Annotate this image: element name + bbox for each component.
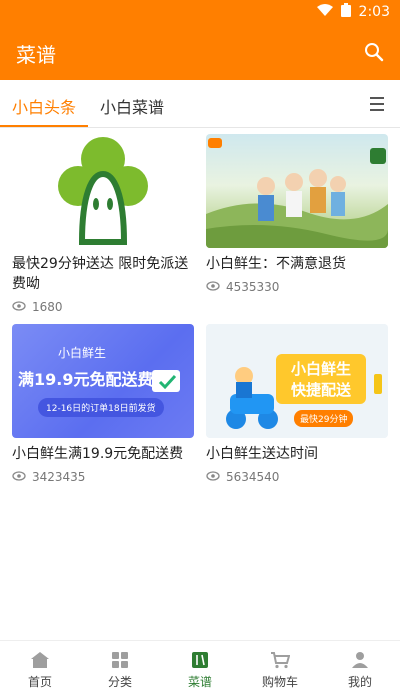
status-bar: 2:03 xyxy=(0,0,400,24)
nav-label: 购物车 xyxy=(261,675,298,689)
menu-button[interactable] xyxy=(370,94,390,114)
nav-label: 菜谱 xyxy=(187,675,212,689)
eye-icon xyxy=(12,470,26,484)
people-walking-illustration xyxy=(206,138,388,248)
wifi-icon xyxy=(316,4,333,20)
eye-icon xyxy=(12,300,26,314)
nav-label: 首页 xyxy=(27,675,52,689)
banner-headline: 满19.9元免配送费 xyxy=(18,370,154,389)
view-count-value: 4535330 xyxy=(226,280,280,294)
banner-note: 12-16日的订单18日前发货 xyxy=(38,398,164,417)
article-card[interactable]: 小白鲜生 快捷配送 最快29分钟 小白鲜生送达时间 5634540 xyxy=(206,324,388,484)
article-card[interactable]: 最快29分钟送达 限时免派送费呦 1680 xyxy=(12,134,194,314)
banner-note: 最快29分钟 xyxy=(294,410,354,427)
card-thumbnail-banner[interactable]: 小白鲜生 满19.9元免配送费 12-16日的订单18日前发货 xyxy=(12,324,194,438)
eye-icon xyxy=(206,470,220,484)
view-count-value: 3423435 xyxy=(32,470,86,484)
eye-icon xyxy=(206,280,220,294)
brand-logo-image xyxy=(58,137,148,245)
page-title: 菜谱 xyxy=(16,43,56,67)
card-title[interactable]: 小白鲜生：不满意退货 xyxy=(206,254,388,274)
tab-xiaobai-caipu[interactable]: 小白菜谱 xyxy=(100,94,164,118)
nav-cart[interactable]: 购物车 xyxy=(240,641,320,690)
active-tab-indicator xyxy=(0,125,88,127)
search-button[interactable] xyxy=(360,38,388,66)
banner-title-box: 小白鲜生 快捷配送 xyxy=(276,354,366,404)
coupon-icon xyxy=(152,370,180,392)
nav-label: 我的 xyxy=(347,675,372,689)
card-title[interactable]: 小白鲜生送达时间 xyxy=(206,444,388,464)
card-title[interactable]: 最快29分钟送达 限时免派送费呦 xyxy=(12,254,194,294)
nav-recipe[interactable]: 菜谱 xyxy=(160,641,240,690)
recipe-icon xyxy=(192,652,208,668)
profile-icon xyxy=(352,652,368,668)
nav-home[interactable]: 首页 xyxy=(0,641,80,690)
nav-label: 分类 xyxy=(107,675,132,689)
card-thumbnail-illustration[interactable] xyxy=(206,134,388,248)
view-count-value: 5634540 xyxy=(226,470,280,484)
article-card[interactable]: 小白鲜生 满19.9元免配送费 12-16日的订单18日前发货 小白鲜生满19.… xyxy=(12,324,194,484)
article-card[interactable]: 小白鲜生：不满意退货 4535330 xyxy=(206,134,388,294)
home-icon xyxy=(31,652,49,668)
tab-xiaobai-toutiao[interactable]: 小白头条 xyxy=(12,94,76,118)
banner-brand: 小白鲜生 xyxy=(57,346,106,360)
status-time: 2:03 xyxy=(358,4,390,20)
view-count: 3423435 xyxy=(12,470,194,484)
nav-category[interactable]: 分类 xyxy=(80,641,160,690)
status-right: 2:03 xyxy=(316,3,390,21)
view-count-value: 1680 xyxy=(32,300,63,314)
app-bar: 菜谱 xyxy=(0,24,400,80)
banner-line2: 快捷配送 xyxy=(290,381,351,399)
search-icon xyxy=(365,43,384,62)
card-title[interactable]: 小白鲜生满19.9元免配送费 xyxy=(12,444,194,464)
category-icon xyxy=(112,652,128,668)
view-count: 4535330 xyxy=(206,280,388,294)
card-thumbnail-logo[interactable] xyxy=(12,134,194,248)
view-count: 1680 xyxy=(12,300,194,314)
view-count: 5634540 xyxy=(206,470,388,484)
tab-bar: 小白头条 小白菜谱 xyxy=(0,80,400,128)
nav-profile[interactable]: 我的 xyxy=(320,641,400,690)
card-thumbnail-delivery[interactable]: 小白鲜生 快捷配送 最快29分钟 xyxy=(206,324,388,438)
bottom-navigation: 首页 分类 菜谱 购物车 我的 xyxy=(0,640,400,690)
banner-line1: 小白鲜生 xyxy=(290,360,351,378)
cart-icon xyxy=(271,652,290,669)
battery-icon xyxy=(340,3,351,21)
